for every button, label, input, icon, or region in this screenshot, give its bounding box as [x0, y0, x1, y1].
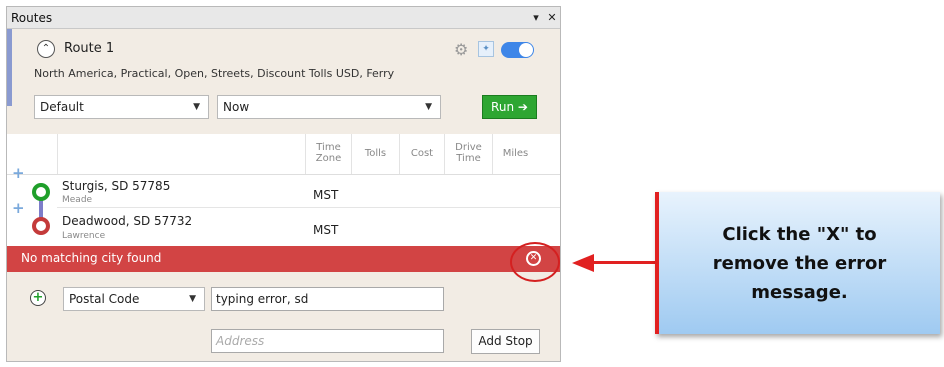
dropdown-icon[interactable]: ▾	[528, 11, 544, 24]
profile-select[interactable]: Default ▼	[34, 95, 209, 119]
error-message: No matching city found	[21, 251, 162, 265]
toggle-knob	[519, 43, 533, 57]
city-input[interactable]: typing error, sd	[211, 287, 444, 311]
map-icon[interactable]: ✦	[478, 41, 494, 57]
stop-county: Meade	[62, 195, 93, 205]
callout-text: Click the "X" to remove the error messag…	[712, 223, 887, 303]
route-accent-bar	[7, 29, 12, 106]
callout-box: Click the "X" to remove the error messag…	[655, 192, 940, 334]
route-toggle[interactable]	[501, 42, 534, 58]
run-button[interactable]: Run ➔	[482, 95, 537, 119]
column-header-name	[57, 134, 305, 174]
add-stop-area: + Postal Code ▼ typing error, sd Address…	[7, 272, 560, 361]
route-description: North America, Practical, Open, Streets,…	[34, 67, 395, 80]
add-icon[interactable]: +	[30, 290, 46, 306]
gear-icon[interactable]: ⚙	[454, 40, 468, 59]
highlight-circle	[510, 242, 560, 282]
stop-type-select-value: Postal Code	[69, 292, 140, 306]
insert-stop-plus-icon[interactable]: +	[12, 199, 25, 217]
collapse-route-button[interactable]: ⌃	[37, 40, 55, 58]
destination-marker-icon	[32, 217, 50, 235]
error-banner: No matching city found ✕	[7, 246, 560, 272]
column-header-tolls[interactable]: Tolls	[351, 134, 399, 174]
close-icon[interactable]: ✕	[544, 11, 560, 24]
profile-select-value: Default	[40, 100, 84, 114]
column-header-miles[interactable]: Miles	[492, 134, 538, 174]
stop-name[interactable]: Deadwood, SD 57732	[62, 214, 192, 228]
add-stop-button[interactable]: Add Stop	[471, 329, 540, 354]
time-select[interactable]: Now ▼	[217, 95, 441, 119]
stop-type-select[interactable]: Postal Code ▼	[63, 287, 205, 311]
panel-titlebar: Routes ▾ ✕	[7, 7, 560, 29]
route-name: Route 1	[64, 41, 115, 56]
origin-marker-icon	[32, 183, 50, 201]
stop-time-zone: MST	[313, 223, 339, 237]
stop-name[interactable]: Sturgis, SD 57785	[62, 179, 170, 193]
insert-stop-plus-icon[interactable]: +	[12, 164, 25, 182]
column-header-time-zone[interactable]: Time Zone	[305, 134, 351, 174]
chevron-down-icon: ▼	[193, 102, 200, 112]
time-select-value: Now	[223, 100, 250, 114]
chevron-down-icon: ▼	[425, 102, 432, 112]
address-input[interactable]: Address	[211, 329, 444, 353]
stop-time-zone: MST	[313, 188, 339, 202]
route-header: ⌃ Route 1 North America, Practical, Open…	[7, 29, 560, 134]
arrow-head	[572, 254, 594, 272]
stop-county: Lawrence	[62, 231, 106, 241]
panel-title: Routes	[11, 10, 53, 25]
chevron-down-icon: ▼	[189, 294, 196, 304]
column-header-cost[interactable]: Cost	[399, 134, 444, 174]
row-divider	[57, 207, 560, 208]
arrow-line	[592, 261, 655, 264]
column-header-drive-time[interactable]: Drive Time	[444, 134, 492, 174]
routes-panel: Routes ▾ ✕ ⌃ Route 1 North America, Prac…	[6, 6, 561, 362]
stops-table: Time Zone Tolls Cost Drive Time Miles + …	[7, 134, 560, 246]
header-divider	[7, 174, 560, 175]
